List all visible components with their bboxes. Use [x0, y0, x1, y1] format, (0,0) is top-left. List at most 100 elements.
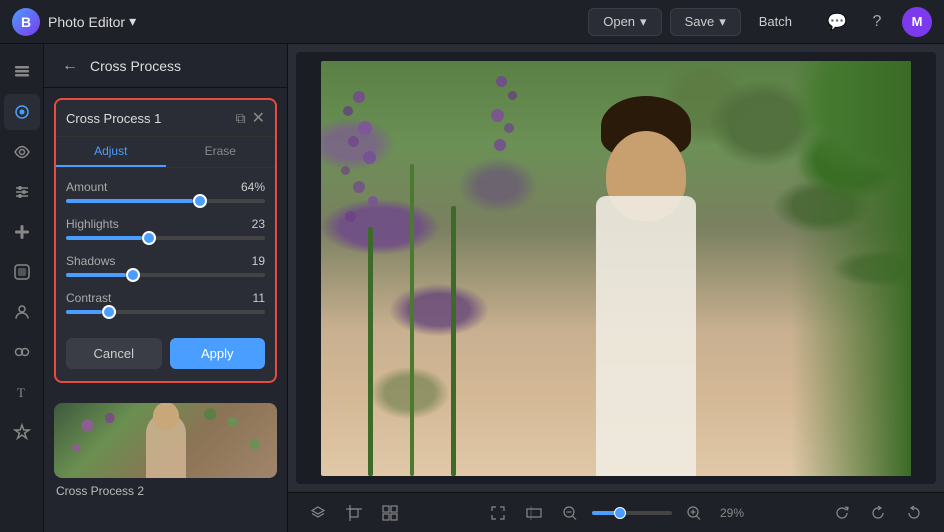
- app-logo: B: [12, 8, 40, 36]
- save-button[interactable]: Save ▾: [670, 8, 741, 36]
- zoom-thumb: [614, 507, 626, 519]
- bottom-right-actions: [828, 499, 928, 527]
- sidebar-item-eye[interactable]: [4, 134, 40, 170]
- slider-label-2: Shadows: [66, 254, 115, 268]
- app-title-button[interactable]: Photo Editor ▾: [48, 13, 136, 30]
- panel-title: Cross Process: [90, 58, 181, 74]
- zoom-slider[interactable]: [592, 511, 672, 515]
- flower-stalk-3: [451, 206, 456, 476]
- photo-person: [566, 96, 726, 476]
- slider-label-0: Amount: [66, 180, 107, 194]
- slider-row-amount: Amount 64%: [66, 180, 265, 203]
- tab-adjust[interactable]: Adjust: [56, 137, 166, 167]
- expand-icon[interactable]: [484, 499, 512, 527]
- zoom-out-icon[interactable]: [556, 499, 584, 527]
- adj-actions: Cancel Apply: [56, 338, 275, 381]
- thumbnail-image: [54, 403, 277, 478]
- open-button[interactable]: Open ▾: [588, 8, 661, 36]
- photo-simulation: [321, 61, 911, 476]
- rotate-left-icon[interactable]: [828, 499, 856, 527]
- flower-cluster-left: [333, 81, 413, 281]
- app-title-chevron: ▾: [129, 13, 136, 30]
- slider-thumb-1[interactable]: [142, 231, 156, 245]
- slider-value-1: 23: [252, 217, 265, 231]
- card-header: Cross Process 1 ⧉ ✕: [56, 100, 275, 137]
- user-avatar[interactable]: M: [902, 7, 932, 37]
- sidebar-item-layers[interactable]: [4, 54, 40, 90]
- canvas-area: 29%: [288, 44, 944, 532]
- thumbnail-label: Cross Process 2: [54, 484, 277, 498]
- layers-icon[interactable]: [304, 499, 332, 527]
- slider-thumb-3[interactable]: [102, 305, 116, 319]
- slider-label-3: Contrast: [66, 291, 111, 305]
- slider-fill-0: [66, 199, 193, 203]
- app-title-text: Photo Editor: [48, 14, 125, 30]
- zoom-in-icon[interactable]: [680, 499, 708, 527]
- sliders-area: Amount 64% Highlights 23 Shadows 19: [56, 168, 275, 338]
- person-body: [596, 196, 696, 476]
- slider-track-1[interactable]: [66, 236, 265, 240]
- grid-icon[interactable]: [376, 499, 404, 527]
- topbar-icons: 💬 ? M: [822, 7, 932, 37]
- tab-erase[interactable]: Erase: [166, 137, 276, 167]
- photo-right-foliage: [791, 61, 911, 476]
- bottom-left-tools: [304, 499, 404, 527]
- slider-thumb-2[interactable]: [126, 268, 140, 282]
- undo-icon[interactable]: [864, 499, 892, 527]
- sidebar-item-filter[interactable]: [4, 334, 40, 370]
- sidebar-item-mask[interactable]: [4, 254, 40, 290]
- canvas-image-container: [296, 52, 936, 484]
- back-button[interactable]: ←: [58, 55, 82, 77]
- panel: ← Cross Process Cross Process 1 ⧉ ✕ Adju…: [44, 44, 288, 532]
- help-icon-button[interactable]: ?: [862, 7, 892, 37]
- sidebar-item-text[interactable]: T: [4, 374, 40, 410]
- slider-value-3: 11: [253, 291, 265, 305]
- crop-icon[interactable]: [340, 499, 368, 527]
- save-chevron: ▾: [719, 14, 726, 30]
- open-label: Open: [603, 14, 635, 29]
- slider-fill-2: [66, 273, 126, 277]
- zoom-level: 29%: [716, 506, 748, 520]
- sidebar-item-effects[interactable]: [4, 94, 40, 130]
- apply-button[interactable]: Apply: [170, 338, 266, 369]
- chat-icon-button[interactable]: 💬: [822, 7, 852, 37]
- batch-label: Batch: [759, 14, 792, 29]
- card-title: Cross Process 1: [66, 111, 236, 126]
- flower-cluster-mid: [486, 61, 546, 241]
- thumb-person-head: [153, 403, 179, 430]
- slider-track-2[interactable]: [66, 273, 265, 277]
- slider-track-3[interactable]: [66, 310, 265, 314]
- sidebar-item-people[interactable]: [4, 294, 40, 330]
- panel-header: ← Cross Process: [44, 44, 287, 88]
- cancel-button[interactable]: Cancel: [66, 338, 162, 369]
- svg-text:T: T: [17, 385, 25, 400]
- slider-thumb-0[interactable]: [193, 194, 207, 208]
- save-label: Save: [685, 14, 715, 29]
- open-chevron: ▾: [640, 14, 647, 30]
- adj-tabs: Adjust Erase: [56, 137, 275, 168]
- slider-track-0[interactable]: [66, 199, 265, 203]
- fit-icon[interactable]: [520, 499, 548, 527]
- copy-icon[interactable]: ⧉: [236, 110, 246, 127]
- slider-row-highlights: Highlights 23: [66, 217, 265, 240]
- sidebar-item-adjustments[interactable]: [4, 174, 40, 210]
- thumbnail-card[interactable]: [54, 403, 277, 478]
- slider-value-2: 19: [252, 254, 265, 268]
- bottom-center-zoom: 29%: [404, 499, 828, 527]
- slider-row-contrast: Contrast 11: [66, 291, 265, 314]
- icon-sidebar: T: [0, 44, 44, 532]
- sidebar-item-sticker[interactable]: [4, 414, 40, 450]
- adjustment-card: Cross Process 1 ⧉ ✕ Adjust Erase Amount …: [54, 98, 277, 383]
- close-button[interactable]: ✕: [252, 108, 265, 128]
- slider-value-0: 64%: [241, 180, 265, 194]
- slider-label-1: Highlights: [66, 217, 119, 231]
- redo-icon[interactable]: [900, 499, 928, 527]
- sidebar-item-healing[interactable]: [4, 214, 40, 250]
- slider-fill-1: [66, 236, 142, 240]
- slider-row-shadows: Shadows 19: [66, 254, 265, 277]
- bottom-bar: 29%: [288, 492, 944, 532]
- slider-fill-3: [66, 310, 102, 314]
- topbar: B Photo Editor ▾ Open ▾ Save ▾ Batch 💬 ?…: [0, 0, 944, 44]
- main-area: T ← Cross Process Cross Process 1 ⧉ ✕ Ad…: [0, 44, 944, 532]
- batch-button[interactable]: Batch: [749, 9, 802, 34]
